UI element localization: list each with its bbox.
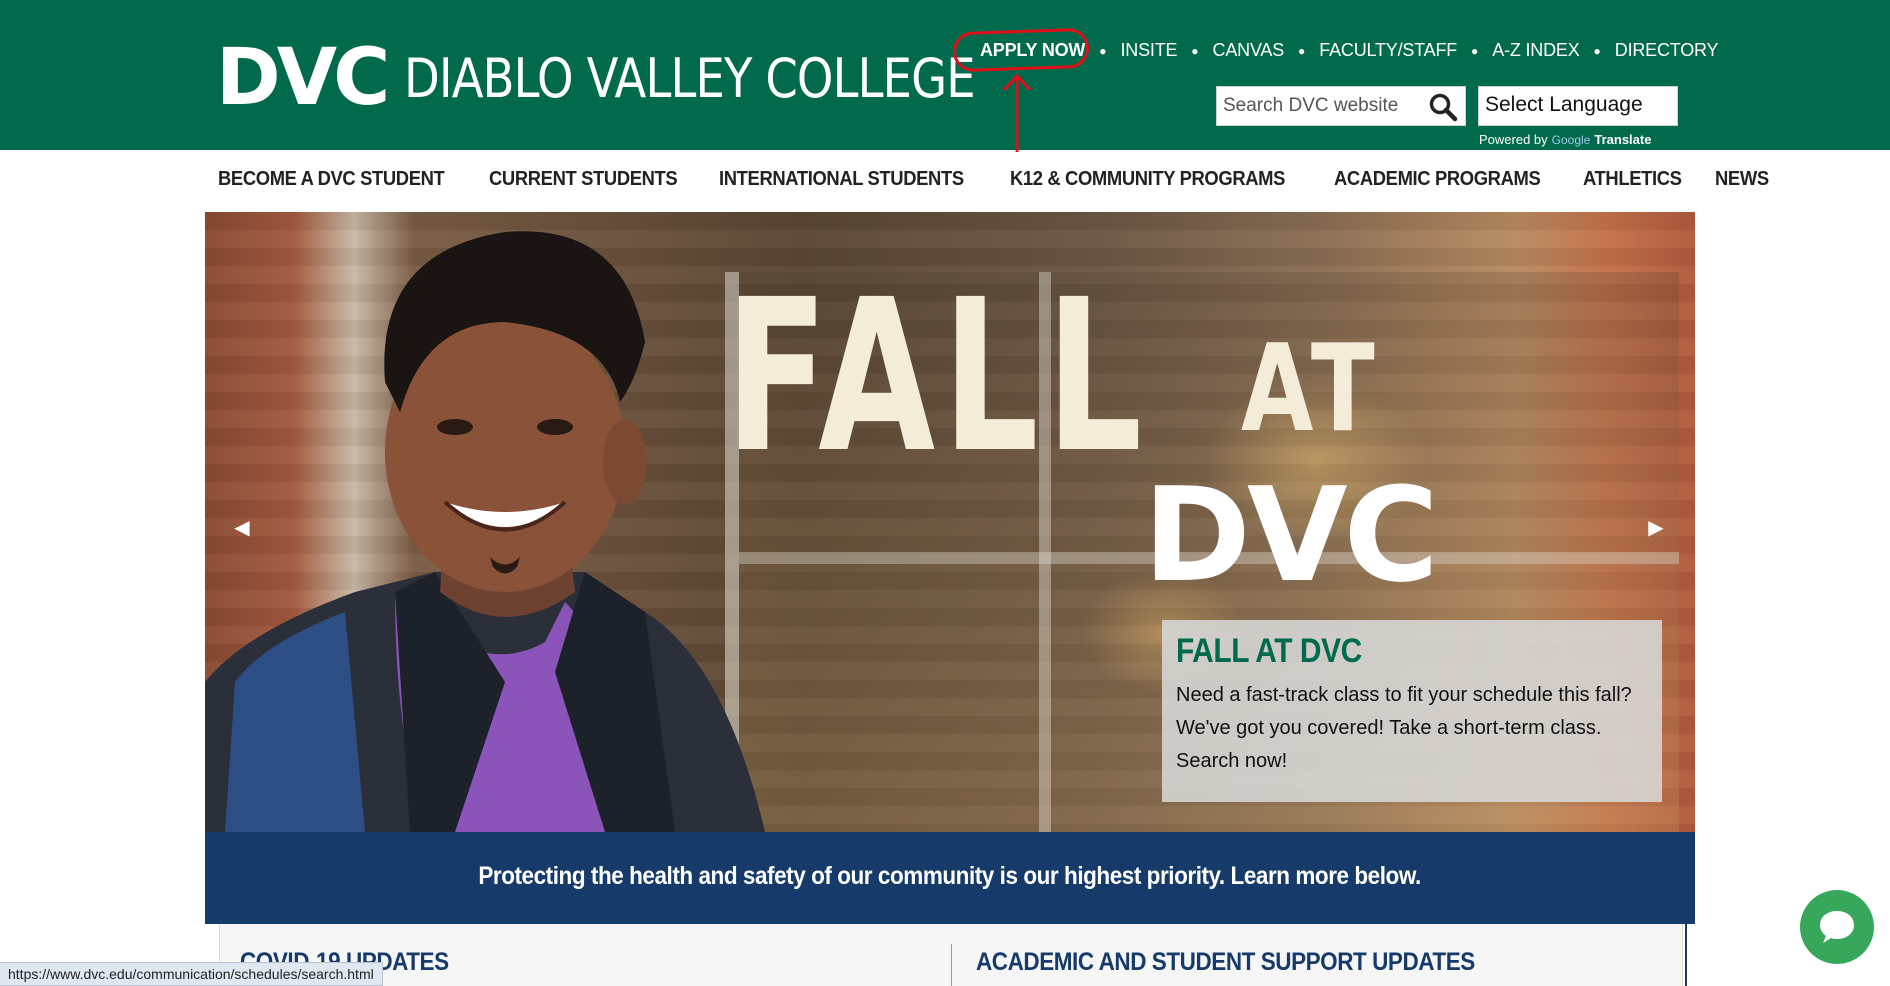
powered-by-label: Powered by (1479, 132, 1548, 147)
nav-international-students[interactable]: INTERNATIONAL STUDENTS (719, 168, 964, 191)
banner-text[interactable]: Protecting the health and safety of our … (479, 862, 1422, 891)
logo-college-name: DIABLO VALLEY COLLEGE (404, 46, 976, 110)
a-z-index-link[interactable]: A-Z INDEX (1492, 40, 1579, 61)
nav-athletics[interactable]: ATHLETICS (1583, 168, 1682, 191)
panel-right-rule (1685, 924, 1687, 986)
hero-headline-fall: FALL (725, 254, 1150, 499)
hero-headline-dvc: DVC (1143, 459, 1439, 611)
separator-dot-icon: ● (1099, 43, 1107, 58)
hero-slider[interactable]: FALL AT DVC FALL AT DVC Need a fast-trac… (205, 212, 1695, 832)
nav-become-a-dvc-student[interactable]: BECOME A DVC STUDENT (218, 168, 445, 191)
triangle-left-icon[interactable]: ◀ (227, 512, 257, 542)
faculty-staff-link[interactable]: FACULTY/STAFF (1319, 40, 1457, 61)
chat-bubble-icon (1820, 911, 1854, 943)
browser-status-url: https://www.dvc.edu/communication/schedu… (0, 962, 383, 986)
nav-news[interactable]: NEWS (1715, 168, 1769, 191)
logo-mark: DVC (216, 33, 390, 123)
hero-headline-at: AT (1241, 320, 1380, 459)
language-select[interactable]: Select Language (1478, 86, 1678, 126)
nav-k12-community-programs[interactable]: K12 & COMMUNITY PROGRAMS (1010, 168, 1285, 191)
chat-button[interactable] (1800, 890, 1874, 964)
canvas-link[interactable]: CANVAS (1213, 40, 1285, 61)
powered-by-google-translate[interactable]: Powered by Google Translate (1479, 132, 1651, 147)
separator-dot-icon: ● (1298, 43, 1306, 58)
directory-link[interactable]: DIRECTORY (1615, 40, 1719, 61)
separator-dot-icon: ● (1191, 43, 1199, 58)
safety-banner: Protecting the health and safety of our … (205, 832, 1695, 924)
caption-title: FALL AT DVC (1176, 632, 1362, 670)
updates-panels: COVID-19 UPDATES ACADEMIC AND STUDENT SU… (219, 924, 1683, 986)
dvc-logo[interactable]: DVC DIABLO VALLEY COLLEGE (216, 38, 1068, 118)
separator-dot-icon: ● (1471, 43, 1479, 58)
panel-divider (951, 944, 952, 986)
hero-caption[interactable]: FALL AT DVC Need a fast-track class to f… (1162, 620, 1662, 802)
google-logo: Google (1551, 132, 1591, 147)
caption-text: Need a fast-track class to fit your sche… (1176, 684, 1632, 772)
nav-current-students[interactable]: CURRENT STUDENTS (489, 168, 678, 191)
academic-support-updates-heading[interactable]: ACADEMIC AND STUDENT SUPPORT UPDATES (976, 948, 1475, 977)
nav-academic-programs[interactable]: ACADEMIC PROGRAMS (1334, 168, 1541, 191)
annotation-arrow-icon (1002, 73, 1032, 152)
search-input[interactable] (1217, 87, 1417, 125)
site-header: DVC DIABLO VALLEY COLLEGE APPLY NOW ● IN… (0, 0, 1890, 152)
triangle-right-icon[interactable]: ▶ (1641, 512, 1671, 542)
translate-label: Translate (1594, 132, 1652, 147)
utility-nav: APPLY NOW ● INSITE ● CANVAS ● FACULTY/ST… (980, 40, 1719, 61)
annotation-circle (952, 27, 1090, 73)
separator-dot-icon: ● (1593, 43, 1601, 58)
search-icon[interactable] (1425, 90, 1461, 124)
site-search (1216, 86, 1466, 126)
insite-link[interactable]: INSITE (1120, 40, 1177, 61)
main-nav: BECOME A DVC STUDENT CURRENT STUDENTS IN… (218, 168, 1799, 191)
